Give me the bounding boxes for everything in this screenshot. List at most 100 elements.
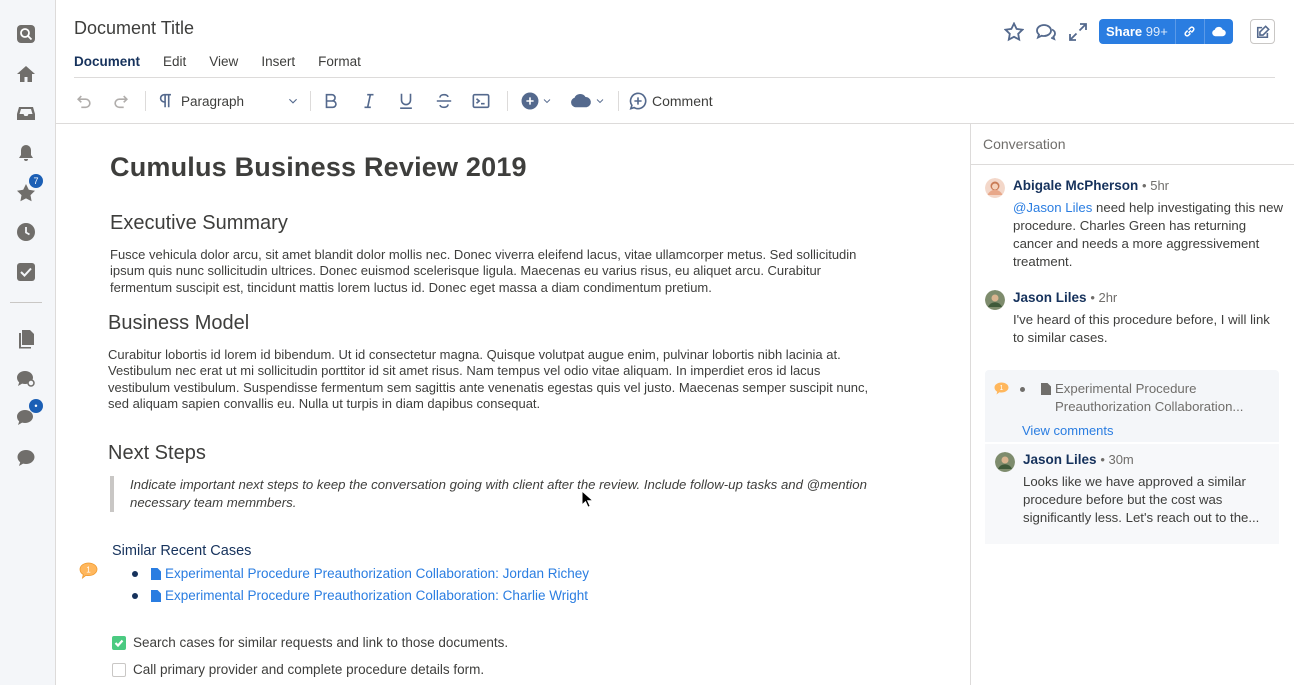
inline-comment-count: 1: [86, 566, 91, 575]
menu-format[interactable]: Format: [318, 54, 361, 69]
clock-icon[interactable]: [13, 219, 39, 245]
section-heading: Business Model: [108, 312, 250, 334]
strikethrough-icon[interactable]: [435, 90, 453, 112]
chat-icon[interactable]: •: [13, 399, 43, 431]
menu-document[interactable]: Document: [74, 54, 140, 69]
chat-search-icon[interactable]: [13, 366, 39, 392]
chat-badge: •: [29, 399, 43, 413]
italic-icon[interactable]: [360, 90, 378, 112]
home-icon[interactable]: [13, 61, 39, 87]
chevron-down-icon: [543, 99, 551, 104]
expand-icon[interactable]: [1066, 20, 1090, 44]
section-paragraph: Curabitur lobortis id lorem id bibendum.…: [108, 347, 869, 411]
bold-icon[interactable]: [322, 90, 340, 112]
toolbar-divider: [310, 91, 311, 111]
conversation-message: Abigale McPherson • 5hr @Jason Liles nee…: [985, 178, 1285, 270]
case-link-item[interactable]: Experimental Procedure Preauthorization …: [132, 566, 589, 581]
bullet: [132, 570, 138, 577]
task-checkbox-checked[interactable]: [112, 635, 126, 650]
task-item: Call primary provider and complete proce…: [112, 662, 484, 677]
formatting-toolbar: Paragraph Comment: [56, 78, 1294, 124]
underline-icon[interactable]: [397, 90, 415, 112]
case-link[interactable]: Experimental Procedure Preauthorization …: [165, 566, 589, 581]
message-icon[interactable]: [13, 445, 39, 471]
document-icon: [151, 589, 161, 602]
add-comment-button[interactable]: Comment: [629, 90, 713, 112]
message-time: • 30m: [1100, 452, 1134, 467]
star-icon[interactable]: [1002, 20, 1026, 44]
avatar[interactable]: [985, 290, 1005, 310]
documents-icon[interactable]: [13, 326, 39, 352]
bullet: [132, 592, 138, 599]
chevron-down-icon: [289, 98, 297, 104]
section-heading: Executive Summary: [110, 212, 288, 234]
thread-reply: Jason Liles • 30m Looks like we have app…: [985, 442, 1279, 544]
chevron-down-icon: [596, 99, 604, 104]
document-icon: [151, 567, 161, 580]
cloud-icon[interactable]: [1203, 19, 1233, 44]
share-button[interactable]: Share 99+: [1099, 19, 1175, 44]
paragraph-label: Paragraph: [181, 93, 245, 109]
message-body: I've heard of this procedure before, I w…: [1013, 312, 1270, 345]
view-comments-link[interactable]: View comments: [1022, 423, 1114, 438]
comments-icon[interactable]: [1034, 20, 1058, 44]
search-icon[interactable]: [13, 21, 39, 47]
conversation-title: Conversation: [983, 136, 1066, 152]
toolbar-divider: [618, 91, 619, 111]
avatar[interactable]: [995, 452, 1015, 472]
document-body[interactable]: Cumulus Business Review 2019 Executive S…: [56, 124, 970, 685]
section-heading: Next Steps: [108, 442, 206, 464]
comment-thread-card[interactable]: 1 Experimental Procedure Preauthorizatio…: [985, 370, 1279, 544]
paragraph-icon: [159, 93, 171, 108]
insert-menu[interactable]: [521, 90, 552, 112]
section-paragraph: Fusce vehicula dolor arcu, sit amet blan…: [110, 247, 857, 295]
redo-icon[interactable]: [112, 90, 130, 112]
thread-comment-badge: 1: [994, 382, 1009, 395]
cloud-icon: [571, 94, 591, 108]
conversation-message: Jason Liles • 2hr I've heard of this pro…: [985, 290, 1285, 350]
task-item: Search cases for similar requests and li…: [112, 635, 508, 650]
compose-icon[interactable]: [1250, 19, 1275, 44]
message-time: • 2hr: [1090, 290, 1118, 305]
document-icon: [1041, 383, 1051, 395]
message-author[interactable]: Abigale McPherson • 5hr: [1013, 178, 1169, 193]
add-circle-icon: [521, 92, 539, 110]
mention-link[interactable]: @Jason Liles: [1013, 200, 1092, 215]
link-icon[interactable]: [1174, 19, 1204, 44]
thread-comment-count: 1: [1000, 385, 1004, 392]
document-menu: Document Edit View Insert Format: [74, 54, 384, 69]
task-label: Call primary provider and complete proce…: [133, 662, 485, 677]
undo-icon[interactable]: [75, 90, 93, 112]
conversation-message: Jason Liles • 30m Looks like we have app…: [995, 452, 1275, 542]
header-actions: [1002, 20, 1098, 44]
bullet: [1020, 387, 1025, 392]
toolbar-divider: [145, 91, 146, 111]
author-name: Abigale McPherson: [1013, 178, 1139, 193]
code-block-icon[interactable]: [472, 90, 490, 112]
case-link[interactable]: Experimental Procedure Preauthorization …: [165, 588, 588, 603]
paragraph-style-select[interactable]: Paragraph: [157, 90, 299, 112]
inline-comment-badge[interactable]: 1: [79, 562, 98, 579]
add-comment-icon: [629, 92, 647, 110]
tasks-check-icon[interactable]: [13, 259, 39, 285]
case-link-item[interactable]: Experimental Procedure Preauthorization …: [132, 588, 588, 603]
comment-label: Comment: [652, 93, 713, 109]
task-checkbox[interactable]: [112, 662, 126, 677]
toolbar-divider: [507, 91, 508, 111]
document-title[interactable]: Document Title: [74, 18, 194, 39]
message-author[interactable]: Jason Liles • 2hr: [1013, 290, 1117, 305]
inbox-icon[interactable]: [13, 100, 39, 126]
favorites-star-icon[interactable]: 7: [13, 174, 43, 206]
avatar[interactable]: [985, 178, 1005, 198]
menu-view[interactable]: View: [209, 54, 238, 69]
bell-icon[interactable]: [13, 140, 39, 166]
menu-insert[interactable]: Insert: [261, 54, 295, 69]
author-name: Jason Liles: [1013, 290, 1087, 305]
cloud-menu[interactable]: [569, 90, 605, 112]
thread-document-title[interactable]: Experimental Procedure Preauthorization …: [1055, 380, 1265, 416]
message-body: @Jason Liles need help investigating thi…: [1013, 199, 1283, 271]
author-name: Jason Liles: [1023, 452, 1097, 467]
menu-edit[interactable]: Edit: [163, 54, 186, 69]
message-author[interactable]: Jason Liles • 30m: [1023, 452, 1134, 467]
share-count: 99+: [1145, 24, 1168, 39]
